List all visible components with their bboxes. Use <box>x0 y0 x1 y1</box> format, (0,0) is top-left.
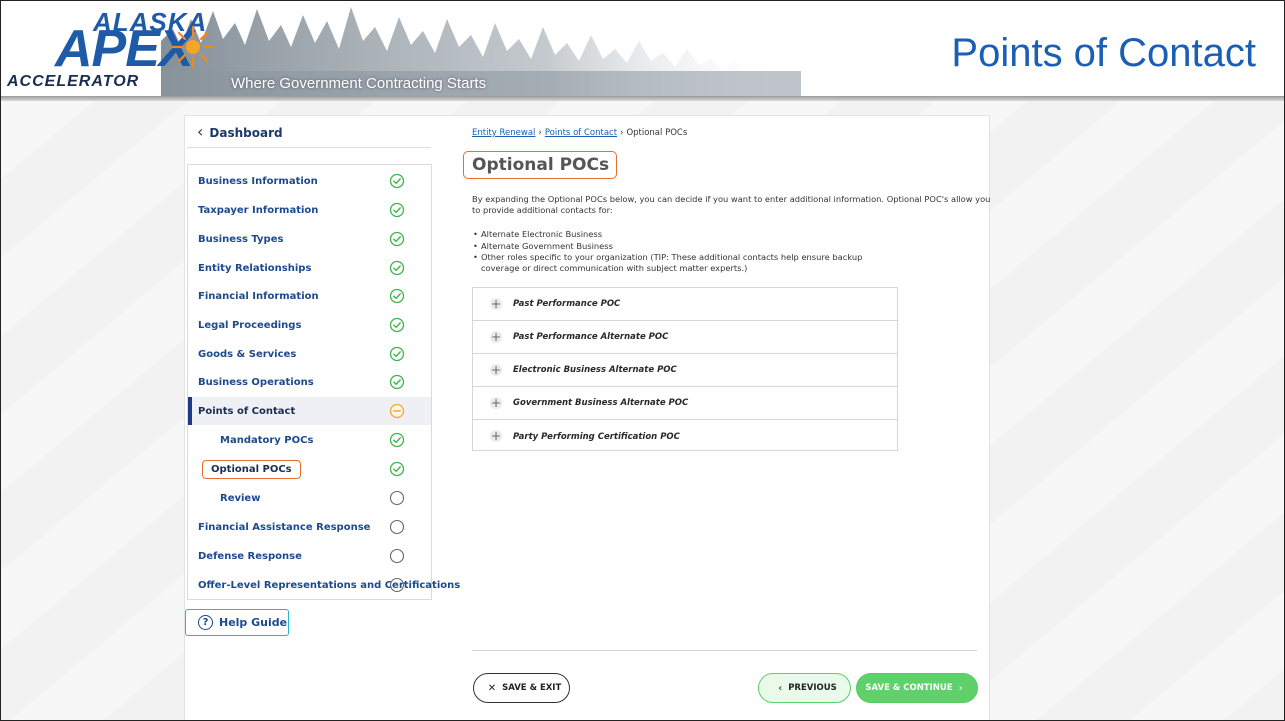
sidebar-item-business-information[interactable]: Business Information <box>188 167 431 195</box>
bullet-item: Alternate Government Business <box>472 241 892 252</box>
optional-poc-bullet-list: Alternate Electronic Business Alternate … <box>472 229 892 274</box>
check-circle-icon <box>389 231 405 247</box>
check-circle-icon <box>389 432 405 448</box>
sidebar-item-label: Mandatory POCs <box>220 434 314 446</box>
sidebar-item-label: Goods & Services <box>198 348 297 360</box>
sidebar-item-goods-and-services[interactable]: Goods & Services <box>188 340 431 368</box>
breadcrumb-link-entity-renewal[interactable]: Entity Renewal <box>472 128 535 138</box>
plus-circle-icon: + <box>490 297 502 311</box>
accordion-label: Past Performance Alternate POC <box>513 332 669 342</box>
slide-title: Points of Contact <box>951 31 1256 75</box>
optional-poc-accordion: + Past Performance POC + Past Performanc… <box>472 287 898 451</box>
chevron-left-icon: ‹ <box>197 122 204 141</box>
sidebar-item-defense-response[interactable]: Defense Response <box>188 542 431 570</box>
accordion-item-past-performance-alternate-poc[interactable]: + Past Performance Alternate POC <box>473 321 897 354</box>
accordion-item-government-business-alternate-poc[interactable]: + Government Business Alternate POC <box>473 387 897 420</box>
sidebar-item-financial-assistance-response[interactable]: Financial Assistance Response <box>188 513 431 541</box>
check-circle-icon <box>389 461 405 477</box>
bullet-item: Other roles specific to your organizatio… <box>472 252 892 273</box>
logo-accelerator-text: ACCELERATOR <box>7 73 140 90</box>
sidebar-item-label: Defense Response <box>198 550 302 562</box>
previous-label: PREVIOUS <box>788 683 837 693</box>
sidebar-item-mandatory-pocs[interactable]: Mandatory POCs <box>188 426 431 454</box>
chevron-right-icon: › <box>958 682 963 694</box>
save-continue-button[interactable]: SAVE & CONTINUE › <box>856 673 978 703</box>
page-heading: Optional POCs <box>463 151 617 179</box>
check-circle-icon <box>389 173 405 189</box>
sidebar-item-offer-level-representations-and-certifications[interactable]: Offer-Level Representations and Certific… <box>188 571 460 599</box>
plus-circle-icon: + <box>490 330 502 344</box>
breadcrumb-link-points-of-contact[interactable]: Points of Contact <box>545 128 617 138</box>
previous-button[interactable]: ‹ PREVIOUS <box>758 673 851 703</box>
sidebar-item-label: Offer-Level Representations and Certific… <box>198 579 461 591</box>
save-continue-label: SAVE & CONTINUE <box>865 683 953 693</box>
sidebar-nav: Business Information Taxpayer Information… <box>187 164 460 600</box>
slide: ALASKA APEX ACCELERATOR Where Government… <box>0 0 1285 721</box>
save-exit-button[interactable]: ✕ SAVE & EXIT <box>473 673 570 703</box>
check-circle-icon <box>389 260 405 276</box>
sidebar-item-entity-relationships[interactable]: Entity Relationships <box>188 254 431 282</box>
plus-circle-icon: + <box>490 429 502 443</box>
sidebar-item-label: Legal Proceedings <box>198 319 302 331</box>
check-circle-icon <box>389 346 405 362</box>
sidebar-item-label: Financial Assistance Response <box>198 521 371 533</box>
sidebar-item-label: Entity Relationships <box>198 262 312 274</box>
empty-circle-icon <box>389 490 405 506</box>
help-guide-button[interactable]: ? Help Guide <box>185 609 289 636</box>
sidebar-item-business-types[interactable]: Business Types <box>188 225 431 253</box>
accordion-item-electronic-business-alternate-poc[interactable]: + Electronic Business Alternate POC <box>473 354 897 387</box>
sidebar-item-label: Business Operations <box>198 376 314 388</box>
header-tagline: Where Government Contracting Starts <box>231 75 487 92</box>
dashboard-back-link[interactable]: ‹ Dashboard <box>197 122 283 141</box>
empty-circle-icon <box>389 548 405 564</box>
check-circle-icon <box>389 317 405 333</box>
accordion-label: Party Performing Certification POC <box>513 431 680 442</box>
plus-circle-icon: + <box>490 396 502 410</box>
plus-circle-icon: + <box>490 363 502 377</box>
sidebar-item-label: Review <box>220 492 261 504</box>
sun-burst-icon <box>171 25 215 69</box>
footer-divider <box>472 650 977 651</box>
empty-circle-icon <box>389 519 405 535</box>
accordion-label: Past Performance POC <box>513 299 621 309</box>
accordion-label: Electronic Business Alternate POC <box>513 365 677 375</box>
accordion-item-party-performing-certification-poc[interactable]: + Party Performing Certification POC <box>473 420 897 453</box>
accordion-label: Government Business Alternate POC <box>513 398 689 408</box>
bullet-item: Alternate Electronic Business <box>472 229 892 240</box>
minus-circle-icon <box>389 403 405 419</box>
question-circle-icon: ? <box>198 615 213 630</box>
sidebar-item-optional-pocs[interactable]: Optional POCs <box>188 455 431 483</box>
sidebar-item-label: Business Types <box>198 233 284 245</box>
slide-header: ALASKA APEX ACCELERATOR Where Government… <box>1 1 1284 99</box>
sidebar-item-business-operations[interactable]: Business Operations <box>188 368 431 396</box>
check-circle-icon <box>389 374 405 390</box>
save-exit-label: SAVE & EXIT <box>502 683 562 693</box>
sidebar-item-label: Taxpayer Information <box>198 204 319 216</box>
alaska-apex-logo: ALASKA APEX ACCELERATOR <box>5 7 215 93</box>
sidebar-item-points-of-contact[interactable]: Points of Contact <box>188 397 431 425</box>
breadcrumb-separator: › <box>538 128 542 138</box>
sidebar-item-label: Business Information <box>198 175 318 187</box>
chevron-left-icon: ‹ <box>778 682 783 694</box>
sidebar-item-legal-proceedings[interactable]: Legal Proceedings <box>188 311 431 339</box>
sidebar-item-taxpayer-information[interactable]: Taxpayer Information <box>188 196 431 224</box>
breadcrumb: Entity Renewal › Points of Contact › Optiona… <box>472 128 687 138</box>
empty-circle-icon <box>389 577 405 593</box>
close-icon: ✕ <box>487 682 497 694</box>
check-circle-icon <box>389 288 405 304</box>
sidebar-item-financial-information[interactable]: Financial Information <box>188 282 431 310</box>
check-circle-icon <box>389 202 405 218</box>
sidebar-divider <box>187 147 431 148</box>
breadcrumb-separator: › <box>620 128 624 138</box>
page-description: By expanding the Optional POCs below, yo… <box>472 194 991 215</box>
breadcrumb-current: Optional POCs <box>626 128 688 138</box>
sidebar-item-label: Optional POCs <box>202 459 301 479</box>
sidebar-item-review[interactable]: Review <box>188 484 431 512</box>
sidebar-item-label: Financial Information <box>198 290 319 302</box>
sidebar-item-label: Points of Contact <box>198 405 296 417</box>
dashboard-label: Dashboard <box>209 126 283 140</box>
help-guide-label: Help Guide <box>219 616 288 629</box>
accordion-item-past-performance-poc[interactable]: + Past Performance POC <box>473 288 897 321</box>
